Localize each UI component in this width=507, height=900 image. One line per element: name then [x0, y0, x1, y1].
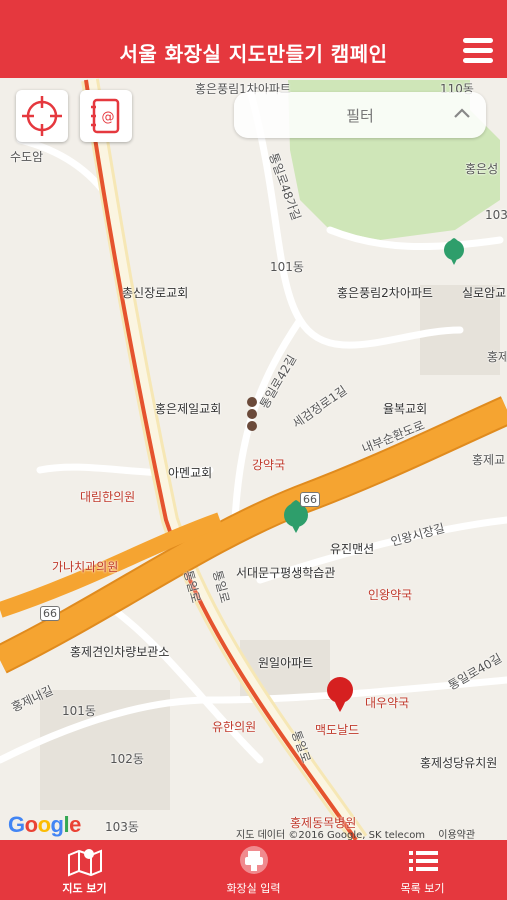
chevron-up-icon — [454, 108, 470, 118]
filter-label: 필터 — [346, 107, 374, 125]
map-label: 103 — [485, 208, 507, 222]
map-poi: 강약국 — [252, 458, 286, 472]
tab-label: 지도 보기 — [62, 882, 107, 895]
map-label: 홍제교 — [472, 453, 506, 467]
map-poi: 율복교회 — [383, 402, 428, 416]
map-poi: 유한의원 — [212, 720, 257, 734]
map-poi: 대우약국 — [365, 696, 410, 710]
map-poi: 서대문구평생학습관 — [236, 566, 336, 580]
map-poi: 아멘교회 — [168, 466, 213, 480]
map-poi: 홍제견인차량보관소 — [70, 645, 170, 659]
map-poi: 총신장로교회 — [122, 286, 189, 300]
map-poi: 실로암교 — [462, 286, 507, 300]
app-header: 서울 화장실 지도만들기 캠페인 — [0, 0, 507, 78]
tab-add-toilet[interactable]: 화장실 입력 — [169, 840, 338, 900]
map-poi: 대림한의원 — [80, 490, 136, 504]
map-poi: 홍제성당유치원 — [420, 756, 498, 770]
tab-map-view[interactable]: 지도 보기 — [0, 840, 169, 900]
google-logo: Google — [8, 812, 81, 837]
map-label: 수도암 — [10, 150, 44, 164]
map-label: 홍제 — [487, 350, 507, 364]
svg-text:@: @ — [102, 110, 115, 125]
list-icon — [408, 851, 438, 871]
crosshair-icon — [22, 96, 62, 136]
menu-icon[interactable] — [463, 38, 493, 66]
map-poi: 유진맨션 — [330, 542, 375, 556]
my-location-button[interactable] — [16, 90, 68, 142]
map-label: 101동 — [62, 704, 96, 718]
page-title: 서울 화장실 지도만들기 캠페인 — [119, 42, 388, 66]
map-poi: 홍은풍림2차아파트 — [337, 286, 433, 300]
map-poi: 인왕약국 — [368, 588, 413, 602]
map-poi: 가나치과의원 — [52, 560, 119, 574]
tab-label: 화장실 입력 — [226, 882, 281, 895]
map-icon — [67, 849, 102, 877]
tab-list-view[interactable]: 목록 보기 — [338, 840, 507, 900]
map-label: 103동 — [105, 820, 139, 834]
map-label: 홍은성 — [465, 162, 499, 176]
route-shield: 66 — [300, 492, 320, 507]
map-view[interactable]: 홍은풍림1차아파트 110동 수도암 통일로48가길 홍은성 103 101동 … — [0, 78, 507, 840]
map-label: 102동 — [110, 752, 144, 766]
contacts-button[interactable]: @ — [80, 90, 132, 142]
map-poi: 원일아파트 — [258, 656, 314, 670]
route-shield: 66 — [40, 606, 60, 621]
map-label: 101동 — [270, 260, 304, 274]
tab-label: 목록 보기 — [400, 882, 445, 895]
map-attribution: 지도 데이터 ©2016 Google, SK telecom 이용약관 — [236, 830, 476, 841]
filter-dropdown[interactable]: 필터 — [234, 92, 486, 138]
add-toilet-icon — [239, 846, 268, 874]
map-poi: 홍은제일교회 — [155, 402, 222, 416]
map-poi: 맥도날드 — [315, 723, 360, 737]
bottom-tab-bar: 지도 보기 화장실 입력 목록 보기 — [0, 840, 507, 900]
address-book-icon: @ — [91, 98, 120, 134]
